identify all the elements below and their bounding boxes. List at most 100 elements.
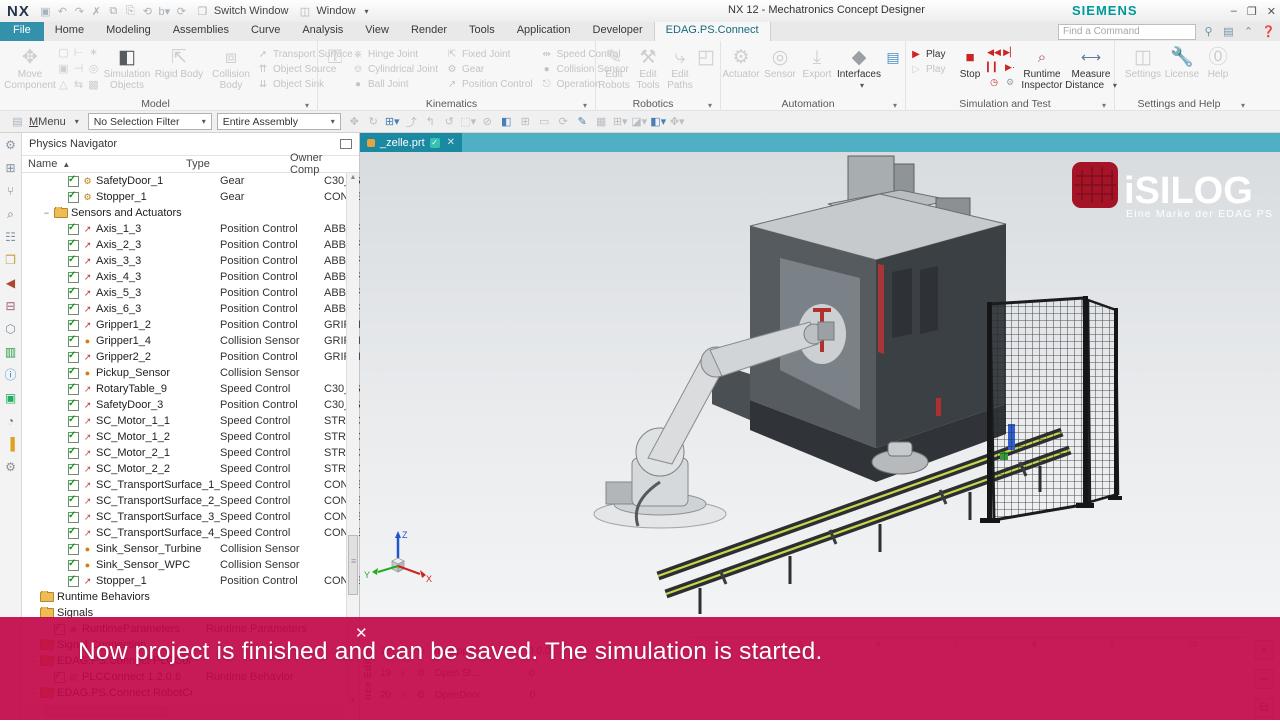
tab-developer[interactable]: Developer bbox=[582, 22, 654, 41]
ball-joint-button[interactable]: ⦁ Ball Joint bbox=[352, 77, 446, 92]
capture-icon[interactable]: ▶· bbox=[1002, 62, 1018, 77]
history-icon[interactable]: ◔ bbox=[7, 414, 14, 428]
tab-application[interactable]: Application bbox=[506, 22, 582, 41]
selection-box-icon[interactable]: ⬚▾ bbox=[460, 115, 477, 128]
interfaces-button[interactable]: ◆ Interfaces ▾ bbox=[835, 43, 883, 91]
row-checkbox[interactable] bbox=[68, 303, 79, 315]
row-checkbox[interactable] bbox=[68, 191, 79, 203]
undo-icon[interactable]: ↶ bbox=[54, 5, 71, 18]
cut-icon[interactable]: ✗ bbox=[88, 5, 105, 18]
row-checkbox[interactable] bbox=[68, 495, 79, 507]
simulation-objects-button[interactable]: ◧ Simulation Objects bbox=[101, 43, 153, 92]
expander-icon[interactable]: − bbox=[42, 208, 51, 218]
selection-filter-combo[interactable]: No Selection Filter ▾ bbox=[87, 113, 212, 130]
sequence-editor-icon[interactable]: ☷ bbox=[5, 230, 16, 244]
row-checkbox[interactable] bbox=[68, 383, 79, 395]
tab-tools[interactable]: Tools bbox=[458, 22, 506, 41]
move-component-button[interactable]: ✥ Move Component bbox=[4, 43, 56, 92]
restore-button[interactable]: ❐ bbox=[1247, 5, 1257, 18]
row-checkbox[interactable] bbox=[68, 255, 79, 267]
tree-item-row[interactable]: ↗Axis_2_3Position ControlABB_IRB_ bbox=[22, 237, 377, 253]
scrollbar-thumb[interactable] bbox=[348, 535, 358, 596]
tree-item-row[interactable]: ↗SafetyDoor_3Position ControlC30_ISILO bbox=[22, 397, 378, 413]
tree-item-row[interactable]: ↗SC_Motor_2_2Speed ControlSTRECKE bbox=[22, 461, 376, 477]
play-button[interactable]: ▶ Play bbox=[910, 47, 954, 62]
play-disabled-button[interactable]: ▷ Play bbox=[910, 62, 954, 77]
export-button[interactable]: ⤓ Export bbox=[799, 43, 835, 81]
sketch-quick-icon[interactable]: b▾ bbox=[156, 5, 173, 18]
orient-view-icon[interactable]: ⤴ bbox=[403, 114, 420, 130]
repeat-icon[interactable]: ⟲ bbox=[139, 5, 156, 18]
grid-icon[interactable]: ▦ bbox=[593, 115, 610, 128]
row-checkbox[interactable] bbox=[68, 319, 79, 331]
tab-analysis[interactable]: Analysis bbox=[291, 22, 354, 41]
row-checkbox[interactable] bbox=[68, 575, 79, 587]
signal-monitor-button[interactable]: ▤ bbox=[883, 43, 903, 69]
tree-item-row[interactable]: ↗SC_TransportSurface_2_1Speed ControlCON… bbox=[22, 493, 379, 509]
tree-item-row[interactable]: ●Gripper1_4Collision SensorGRIPPER bbox=[22, 333, 374, 349]
edit-robots-button[interactable]: ✎ Edit Robots bbox=[596, 43, 632, 92]
tree-item-row[interactable]: ↗Axis_1_3Position ControlABB_IRB_ bbox=[22, 221, 377, 237]
rewind-icon[interactable]: ◀◀ bbox=[986, 47, 1002, 62]
tab-modeling[interactable]: Modeling bbox=[95, 22, 162, 41]
render-style-icon[interactable]: ◪▾ bbox=[631, 115, 648, 128]
undock-icon[interactable] bbox=[340, 139, 352, 149]
row-checkbox[interactable] bbox=[68, 175, 79, 187]
tree-item-row[interactable]: ↗RotaryTable_9Speed ControlC30_ISILO bbox=[22, 381, 378, 397]
edit-tools-button[interactable]: ⚒ Edit Tools bbox=[632, 43, 664, 92]
sensor-button[interactable]: ◎ Sensor bbox=[761, 43, 799, 81]
touch-icon[interactable]: ⟳ bbox=[173, 5, 190, 18]
row-checkbox[interactable] bbox=[68, 287, 79, 299]
tree-folder-row[interactable]: Runtime Behaviors bbox=[22, 589, 359, 605]
row-checkbox[interactable] bbox=[68, 543, 79, 555]
view-layout-icon[interactable]: ⊞▾ bbox=[612, 115, 629, 128]
tree-item-row[interactable]: ↗Gripper1_2Position ControlGRIPPER bbox=[22, 317, 374, 333]
tree-item-row[interactable]: ↗SC_TransportSurface_1_1Speed ControlCON… bbox=[22, 477, 379, 493]
gear-icon[interactable]: ⚙ bbox=[5, 138, 16, 152]
tree-item-row[interactable]: ↗SC_Motor_2_1Speed ControlSTRECKE bbox=[22, 445, 376, 461]
tree-item-row[interactable]: ● Sink_Sensor_WPC Collision Sensor bbox=[22, 557, 359, 573]
close-button[interactable]: ✕ bbox=[1267, 5, 1276, 18]
paste-icon[interactable]: ⎘ bbox=[122, 5, 139, 18]
actuator-button[interactable]: ⚙ Actuator bbox=[721, 43, 761, 81]
dependency-icon[interactable]: ⬡ bbox=[5, 322, 15, 336]
stop-button[interactable]: ■ Stop bbox=[954, 43, 986, 81]
row-checkbox[interactable] bbox=[68, 479, 79, 491]
row-checkbox[interactable] bbox=[68, 367, 79, 379]
minimize-button[interactable]: – bbox=[1231, 5, 1237, 17]
position-control-button[interactable]: ↗ Position Control bbox=[446, 77, 541, 92]
assembly-navigator-icon[interactable]: ⊞ bbox=[5, 161, 15, 175]
license-button[interactable]: 🔧 License bbox=[1163, 43, 1201, 81]
row-checkbox[interactable] bbox=[68, 351, 79, 363]
play-clock-icon[interactable]: ◷ bbox=[986, 77, 1002, 92]
measure-distance-button[interactable]: ⟷ Measure Distance ▾ bbox=[1065, 43, 1117, 92]
row-checkbox[interactable] bbox=[68, 223, 79, 235]
command-list-icon[interactable]: ▤ bbox=[1221, 25, 1236, 38]
row-checkbox[interactable] bbox=[68, 527, 79, 539]
view-cube-icon[interactable]: ◧▾ bbox=[650, 115, 667, 128]
scenario-icon[interactable]: ◀ bbox=[6, 276, 15, 290]
group-label-model[interactable]: Model ▾ bbox=[4, 98, 309, 110]
sketch-icon[interactable]: ✎ bbox=[574, 115, 591, 128]
tree-item-row[interactable]: ↗Gripper2_2Position ControlGRIPPER bbox=[22, 349, 374, 365]
step-forward-icon[interactable]: ▶▏ bbox=[1002, 47, 1018, 62]
move-handle-icon[interactable]: ✥▾ bbox=[669, 115, 686, 128]
transport-controls[interactable]: ◀◀ ▶▏ ▎▎ ▶· ◷ ⚙ bbox=[986, 43, 1018, 92]
column-header-name[interactable]: Name ▲ bbox=[28, 158, 186, 170]
help-icon[interactable]: ❓ bbox=[1261, 25, 1276, 38]
row-checkbox[interactable] bbox=[68, 271, 79, 283]
library-books-icon[interactable]: ▥ bbox=[5, 345, 16, 359]
pane-icon[interactable]: ▭ bbox=[536, 115, 553, 128]
collision-body-button[interactable]: ⧈ Collision Body bbox=[205, 43, 257, 92]
search-icon[interactable]: ⚲ bbox=[1201, 25, 1216, 38]
robot-movie-button[interactable]: ◰ bbox=[696, 43, 716, 69]
group-label-robotics[interactable]: Robotics ▾ bbox=[596, 98, 712, 110]
tree-item-row[interactable]: ↗Axis_6_3Position ControlABB_IRB_ bbox=[22, 301, 377, 317]
fixed-joint-button[interactable]: ⇱ Fixed Joint bbox=[446, 47, 541, 62]
tree-item-row[interactable]: ⚙Stopper_1GearCONVEYO bbox=[22, 189, 379, 205]
group-label-kinematics[interactable]: Kinematics ▾ bbox=[318, 98, 587, 110]
row-checkbox[interactable] bbox=[68, 447, 79, 459]
constraint-navigator-icon[interactable]: ⑂ bbox=[7, 184, 14, 198]
gears-icon[interactable]: ⚙ bbox=[1002, 77, 1018, 92]
row-checkbox[interactable] bbox=[68, 511, 79, 523]
